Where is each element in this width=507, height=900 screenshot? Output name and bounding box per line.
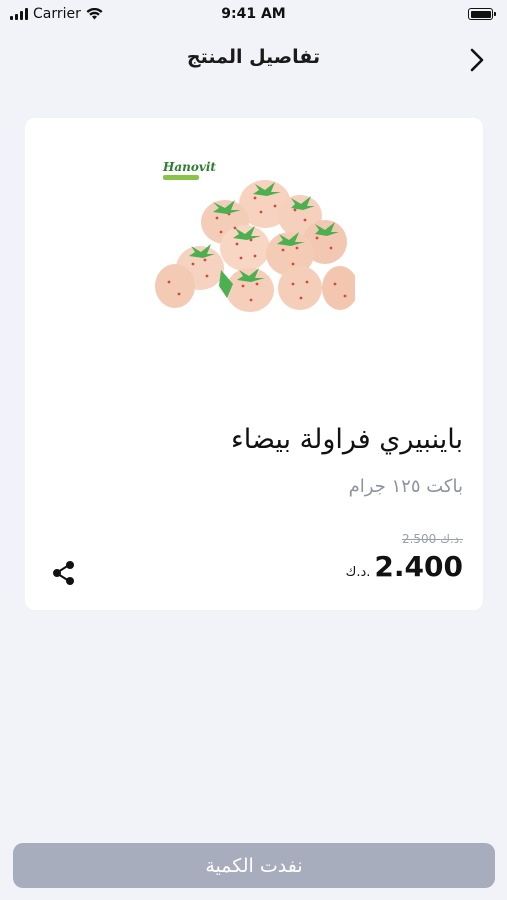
share-icon — [53, 561, 74, 585]
status-bar: Carrier 9:41 AM — [0, 0, 507, 28]
page-title: تفاصيل المنتج — [186, 46, 321, 68]
share-button[interactable] — [49, 558, 79, 588]
price-currency: د.ك. — [345, 565, 371, 580]
out-of-stock-button[interactable]: نفدت الكمية — [13, 843, 495, 888]
product-name: باينبيري فراولة بيضاء — [231, 424, 463, 455]
price-row: د.ك. 2.400 — [346, 550, 463, 583]
battery-icon — [468, 8, 496, 20]
brand-name: Hanovit — [163, 160, 216, 174]
wifi-icon — [86, 8, 103, 20]
product-size: باكت ١٢٥ جرام — [348, 476, 463, 497]
product-image — [155, 180, 355, 312]
brand-logo: Hanovit — [163, 160, 216, 180]
old-price: 2.500 د.ك. — [401, 532, 463, 546]
header: تفاصيل المنتج — [0, 36, 507, 84]
chevron-right-icon — [470, 48, 484, 72]
product-card: Hanovit باينبيري فراولة بيضاء باكت ١٢٥ ج… — [25, 118, 483, 610]
back-button[interactable] — [461, 44, 493, 76]
status-left: Carrier — [10, 6, 103, 22]
signal-icon — [10, 8, 28, 20]
carrier-label: Carrier — [33, 6, 81, 22]
price-value: 2.400 — [374, 550, 463, 583]
